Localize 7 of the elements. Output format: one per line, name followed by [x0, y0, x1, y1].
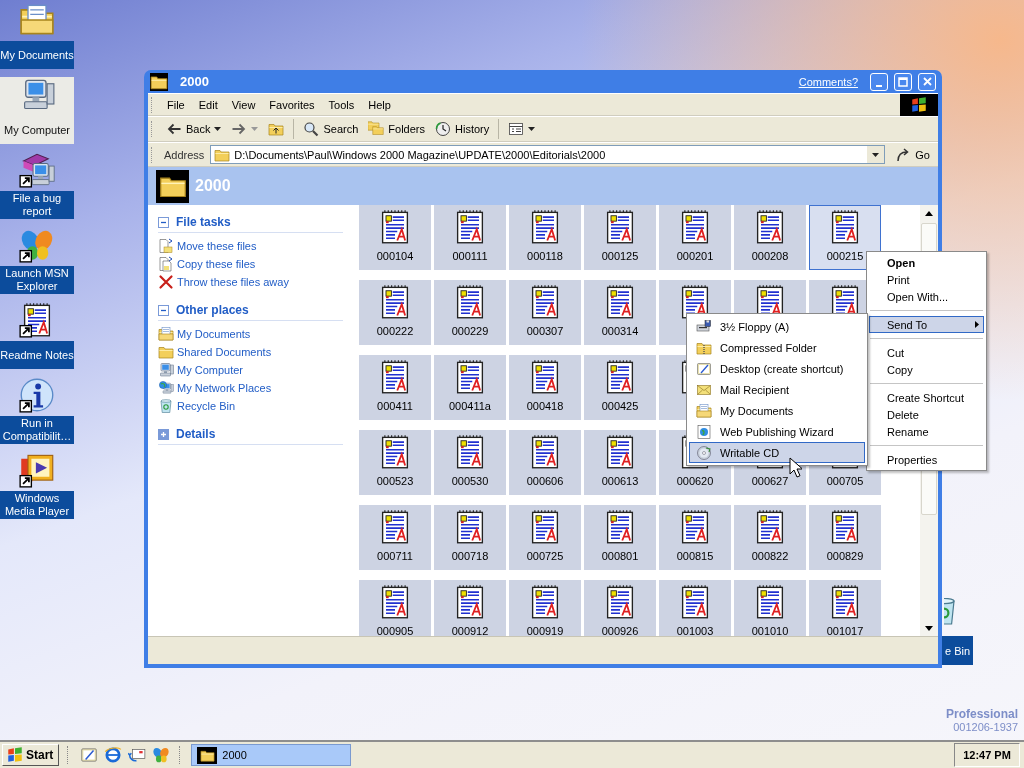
window-title: 2000 [180, 74, 209, 89]
version-text: Professional [945, 707, 1018, 721]
address-label: Address [164, 148, 205, 161]
desktop-icon-label: e Bin [942, 636, 973, 665]
folder-title: 2000 [195, 177, 231, 195]
clock: 12:47 PM [954, 743, 1020, 767]
version-text: 001206-1937 [953, 721, 1018, 733]
